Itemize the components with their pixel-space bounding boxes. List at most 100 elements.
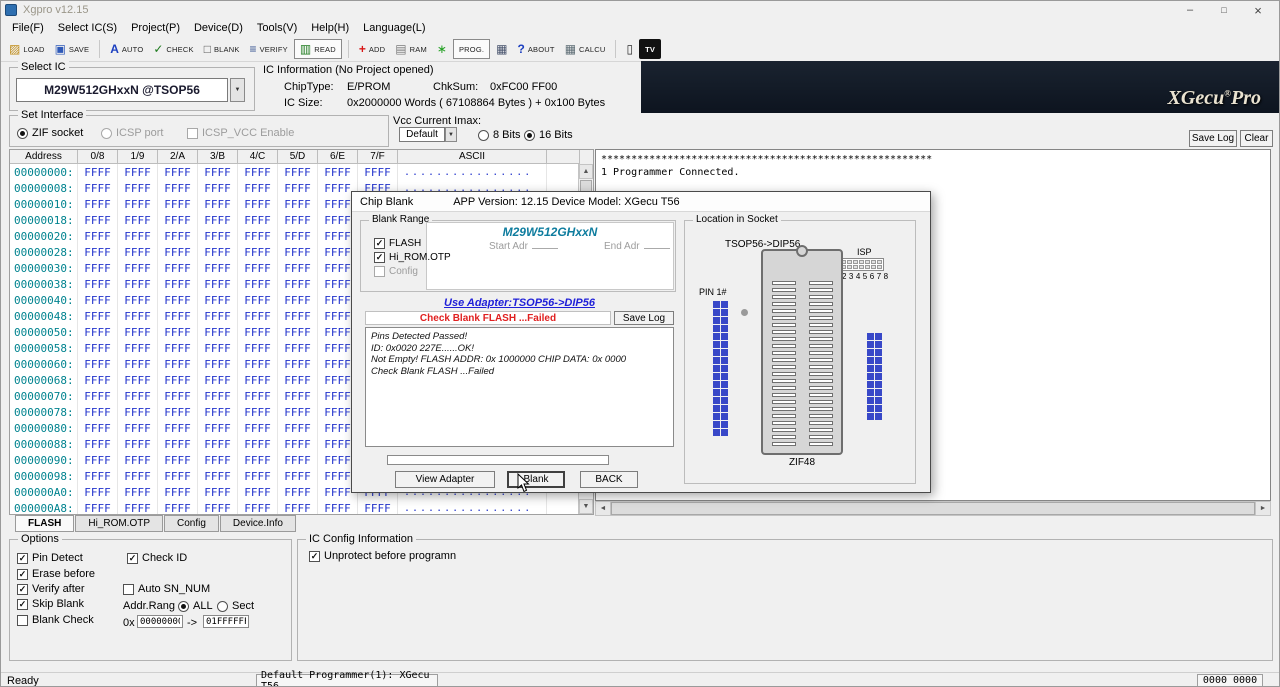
addr-range-sect-radio[interactable]: Sect — [217, 600, 254, 612]
hex-word[interactable]: FFFF — [238, 436, 278, 452]
bits-16-radio[interactable]: 16 Bits — [524, 129, 573, 141]
hex-word[interactable]: FFFF — [158, 388, 198, 404]
erase-before-checkbox[interactable]: Erase before — [17, 568, 95, 580]
hex-word[interactable]: FFFF — [158, 196, 198, 212]
hex-word[interactable]: FFFF — [278, 436, 318, 452]
menu-item-help[interactable]: Help(H) — [304, 22, 356, 34]
hex-word[interactable]: FFFF — [158, 292, 198, 308]
hex-word[interactable]: FFFF — [238, 324, 278, 340]
hex-word[interactable]: FFFF — [278, 276, 318, 292]
dialog-save-log-button[interactable]: Save Log — [614, 311, 674, 325]
hex-word[interactable]: FFFF — [238, 260, 278, 276]
check-button[interactable]: ✓CHECK — [149, 39, 197, 59]
hex-word[interactable]: FFFF — [278, 244, 318, 260]
scroll-left-icon[interactable]: ◄ — [596, 502, 611, 515]
hex-word[interactable]: FFFF — [118, 276, 158, 292]
hi-rom-checkbox[interactable]: Hi_ROM.OTP — [374, 252, 451, 263]
hex-word[interactable]: FFFF — [118, 244, 158, 260]
hex-row[interactable]: 000000A8:FFFFFFFFFFFFFFFFFFFFFFFFFFFFFFF… — [10, 500, 578, 514]
hex-word[interactable]: FFFF — [78, 244, 118, 260]
verify-after-checkbox[interactable]: Verify after — [17, 583, 85, 595]
tab-flash[interactable]: FLASH — [15, 515, 74, 532]
hex-word[interactable]: FFFF — [78, 260, 118, 276]
hex-word[interactable]: FFFF — [78, 420, 118, 436]
hex-word[interactable]: FFFF — [118, 228, 158, 244]
hex-word[interactable]: FFFF — [198, 308, 238, 324]
addr-range-all-radio[interactable]: ALL — [178, 600, 213, 612]
hex-word[interactable]: FFFF — [158, 404, 198, 420]
load-button[interactable]: ▨LOAD — [5, 39, 49, 59]
menu-item-select-ic[interactable]: Select IC(S) — [51, 22, 124, 34]
hex-word[interactable]: FFFF — [278, 372, 318, 388]
tv-button[interactable]: TV — [639, 39, 661, 59]
scroll-thumb[interactable] — [611, 502, 1255, 515]
hex-word[interactable]: FFFF — [278, 468, 318, 484]
selected-ic-combobox[interactable]: M29W512GHxxN @TSOP56 — [16, 78, 228, 102]
hex-word[interactable]: FFFF — [278, 292, 318, 308]
hex-word[interactable]: FFFF — [198, 372, 238, 388]
hex-word[interactable]: FFFF — [158, 420, 198, 436]
verify-button[interactable]: ≡VERIFY — [246, 39, 292, 59]
hex-word[interactable]: FFFF — [198, 180, 238, 196]
vcc-dropdown-arrow-icon[interactable] — [445, 127, 457, 142]
chip-button[interactable]: ▦ — [492, 39, 511, 59]
blank-button-dialog[interactable]: Blank — [507, 471, 565, 488]
hex-word[interactable]: FFFF — [158, 356, 198, 372]
hex-word[interactable]: FFFF — [118, 468, 158, 484]
hex-word[interactable]: FFFF — [198, 436, 238, 452]
hex-word[interactable]: FFFF — [158, 308, 198, 324]
hex-word[interactable]: FFFF — [238, 196, 278, 212]
hex-word[interactable]: FFFF — [198, 324, 238, 340]
hex-word[interactable]: FFFF — [198, 452, 238, 468]
hex-word[interactable]: FFFF — [238, 180, 278, 196]
calc-button[interactable]: ▦CALCU — [561, 39, 610, 59]
hex-word[interactable]: FFFF — [318, 164, 358, 180]
hex-word[interactable]: FFFF — [278, 324, 318, 340]
menu-item-tools[interactable]: Tools(V) — [250, 22, 304, 34]
hex-word[interactable]: FFFF — [198, 404, 238, 420]
hex-word[interactable]: FFFF — [278, 388, 318, 404]
hex-word[interactable]: FFFF — [118, 196, 158, 212]
save-button[interactable]: ▣SAVE — [51, 39, 94, 59]
check-id-checkbox[interactable]: Check ID — [127, 552, 187, 564]
hex-word[interactable]: FFFF — [158, 228, 198, 244]
hex-word[interactable]: FFFF — [198, 340, 238, 356]
hex-word[interactable]: FFFF — [118, 308, 158, 324]
hex-word[interactable]: FFFF — [198, 388, 238, 404]
range-end-input[interactable] — [203, 615, 249, 628]
menu-item-project[interactable]: Project(P) — [124, 22, 187, 34]
title-bar[interactable]: Xgpro v12.15 — [1, 1, 1279, 19]
vcc-current-select[interactable]: Default — [399, 127, 445, 142]
hex-word[interactable]: FFFF — [78, 292, 118, 308]
hex-word[interactable]: FFFF — [78, 356, 118, 372]
hex-word[interactable]: FFFF — [238, 500, 278, 514]
hex-word[interactable]: FFFF — [278, 404, 318, 420]
hex-word[interactable]: FFFF — [278, 308, 318, 324]
about-button[interactable]: ?ABOUT — [514, 39, 559, 59]
hex-word[interactable]: FFFF — [118, 212, 158, 228]
hex-word[interactable]: FFFF — [118, 404, 158, 420]
hex-word[interactable]: FFFF — [118, 452, 158, 468]
hex-word[interactable]: FFFF — [198, 484, 238, 500]
hex-word[interactable]: FFFF — [78, 196, 118, 212]
pin-detect-checkbox[interactable]: Pin Detect — [17, 552, 83, 564]
hex-word[interactable]: FFFF — [158, 324, 198, 340]
hex-word[interactable]: FFFF — [278, 420, 318, 436]
hex-word[interactable]: FFFF — [278, 484, 318, 500]
hex-word[interactable]: FFFF — [358, 164, 398, 180]
hex-word[interactable]: FFFF — [78, 324, 118, 340]
hex-word[interactable]: FFFF — [118, 420, 158, 436]
icsp-vcc-checkbox[interactable]: ICSP_VCC Enable — [187, 127, 294, 139]
hex-word[interactable]: FFFF — [158, 164, 198, 180]
hex-word[interactable]: FFFF — [278, 228, 318, 244]
hex-word[interactable]: FFFF — [238, 452, 278, 468]
hex-word[interactable]: FFFF — [238, 388, 278, 404]
hex-word[interactable]: FFFF — [198, 228, 238, 244]
hex-word[interactable]: FFFF — [238, 276, 278, 292]
hex-word[interactable]: FFFF — [198, 500, 238, 514]
hex-word[interactable]: FFFF — [238, 468, 278, 484]
hex-word[interactable]: FFFF — [78, 212, 118, 228]
minimize-icon[interactable] — [1173, 1, 1207, 19]
hex-word[interactable]: FFFF — [78, 388, 118, 404]
hex-word[interactable]: FFFF — [158, 260, 198, 276]
